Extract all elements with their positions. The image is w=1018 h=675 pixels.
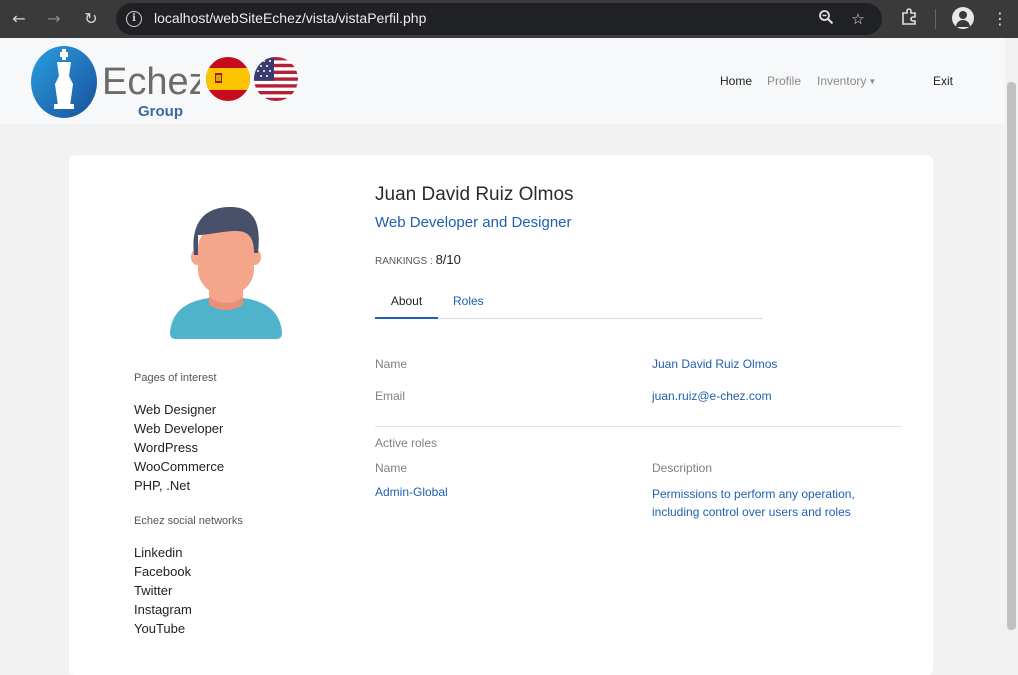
rankings-label: RANKINGS :	[375, 256, 433, 267]
extensions-icon[interactable]	[897, 7, 921, 31]
roles-col-description: Description	[652, 461, 713, 475]
social-link-youtube[interactable]: YouTube	[134, 619, 192, 638]
role-description-line: including control over users and roles	[652, 505, 851, 519]
social-link-facebook[interactable]: Facebook	[134, 562, 192, 581]
profile-avatar-icon[interactable]	[952, 7, 974, 29]
profile-name: Juan David Ruiz Olmos	[375, 184, 574, 205]
usa-flag-icon[interactable]	[254, 57, 298, 101]
profile-tabs: About Roles	[375, 288, 763, 319]
user-avatar	[168, 205, 284, 345]
email-label: Email	[375, 389, 406, 403]
interest-link[interactable]: WordPress	[134, 438, 224, 457]
reload-icon[interactable]: ↻	[78, 6, 104, 32]
caret-down-icon: ▼	[868, 77, 877, 86]
logo-subtext: Group	[138, 103, 183, 120]
interest-link[interactable]: Web Developer	[134, 419, 224, 438]
site-info-icon[interactable]: i	[126, 11, 142, 27]
nav-inventory-label: Inventory	[817, 74, 867, 88]
interest-link[interactable]: Web Designer	[134, 400, 224, 419]
interest-link[interactable]: PHP, .Net	[134, 476, 224, 495]
echez-logo[interactable]: Echez Group	[30, 44, 208, 124]
role-name: Admin-Global	[375, 485, 448, 499]
logo-wordmark: Echez	[102, 61, 200, 103]
zoom-icon[interactable]	[816, 9, 836, 29]
address-bar[interactable]: i localhost/webSiteEchez/vista/vistaPerf…	[116, 3, 882, 35]
email-value: juan.ruiz@e-chez.com	[652, 389, 772, 403]
social-link-instagram[interactable]: Instagram	[134, 600, 192, 619]
browser-toolbar: ← → ↻ i localhost/webSiteEchez/vista/vis…	[0, 0, 1018, 38]
page-scrollbar[interactable]	[1005, 38, 1018, 663]
site-header: Echez Group Home Profile Inventory ▼ Exi…	[0, 38, 1005, 124]
nav-profile[interactable]: Profile	[767, 74, 801, 88]
role-description-line: Permissions to perform any operation,	[652, 487, 855, 501]
nav-home[interactable]: Home	[720, 74, 752, 88]
profile-job-title: Web Developer and Designer	[375, 214, 572, 231]
tab-roles[interactable]: Roles	[453, 288, 484, 317]
scrollbar-thumb[interactable]	[1007, 82, 1016, 630]
social-link-twitter[interactable]: Twitter	[134, 581, 192, 600]
nav-exit[interactable]: Exit	[933, 74, 953, 88]
roles-col-name: Name	[375, 461, 408, 475]
rankings: RANKINGS : 8/10	[375, 252, 461, 267]
section-divider	[375, 426, 902, 427]
forward-arrow-icon[interactable]: →	[41, 6, 67, 32]
name-label: Name	[375, 357, 408, 371]
tab-about[interactable]: About	[375, 288, 438, 319]
role-description: Permissions to perform any operation, in…	[652, 485, 855, 521]
nav-inventory-dropdown[interactable]: Inventory ▼	[817, 74, 876, 88]
social-networks-title: Echez social networks	[134, 515, 243, 527]
toolbar-separator	[935, 9, 936, 29]
name-value: Juan David Ruiz Olmos	[652, 357, 778, 371]
social-links-list: Linkedin Facebook Twitter Instagram YouT…	[134, 543, 192, 638]
back-arrow-icon[interactable]: ←	[6, 6, 32, 32]
interest-links-list: Web Designer Web Developer WordPress Woo…	[134, 400, 224, 495]
bookmark-star-icon[interactable]: ☆	[848, 9, 868, 29]
rankings-value: 8/10	[435, 252, 461, 267]
menu-kebab-icon[interactable]: ⋮	[988, 7, 1012, 31]
pages-of-interest-title: Pages of interest	[134, 372, 217, 384]
address-url[interactable]: localhost/webSiteEchez/vista/vistaPerfil…	[154, 10, 426, 26]
social-link-linkedin[interactable]: Linkedin	[134, 543, 192, 562]
active-roles-title: Active roles	[375, 436, 438, 450]
spain-flag-icon[interactable]	[206, 57, 250, 101]
interest-link[interactable]: WooCommerce	[134, 457, 224, 476]
